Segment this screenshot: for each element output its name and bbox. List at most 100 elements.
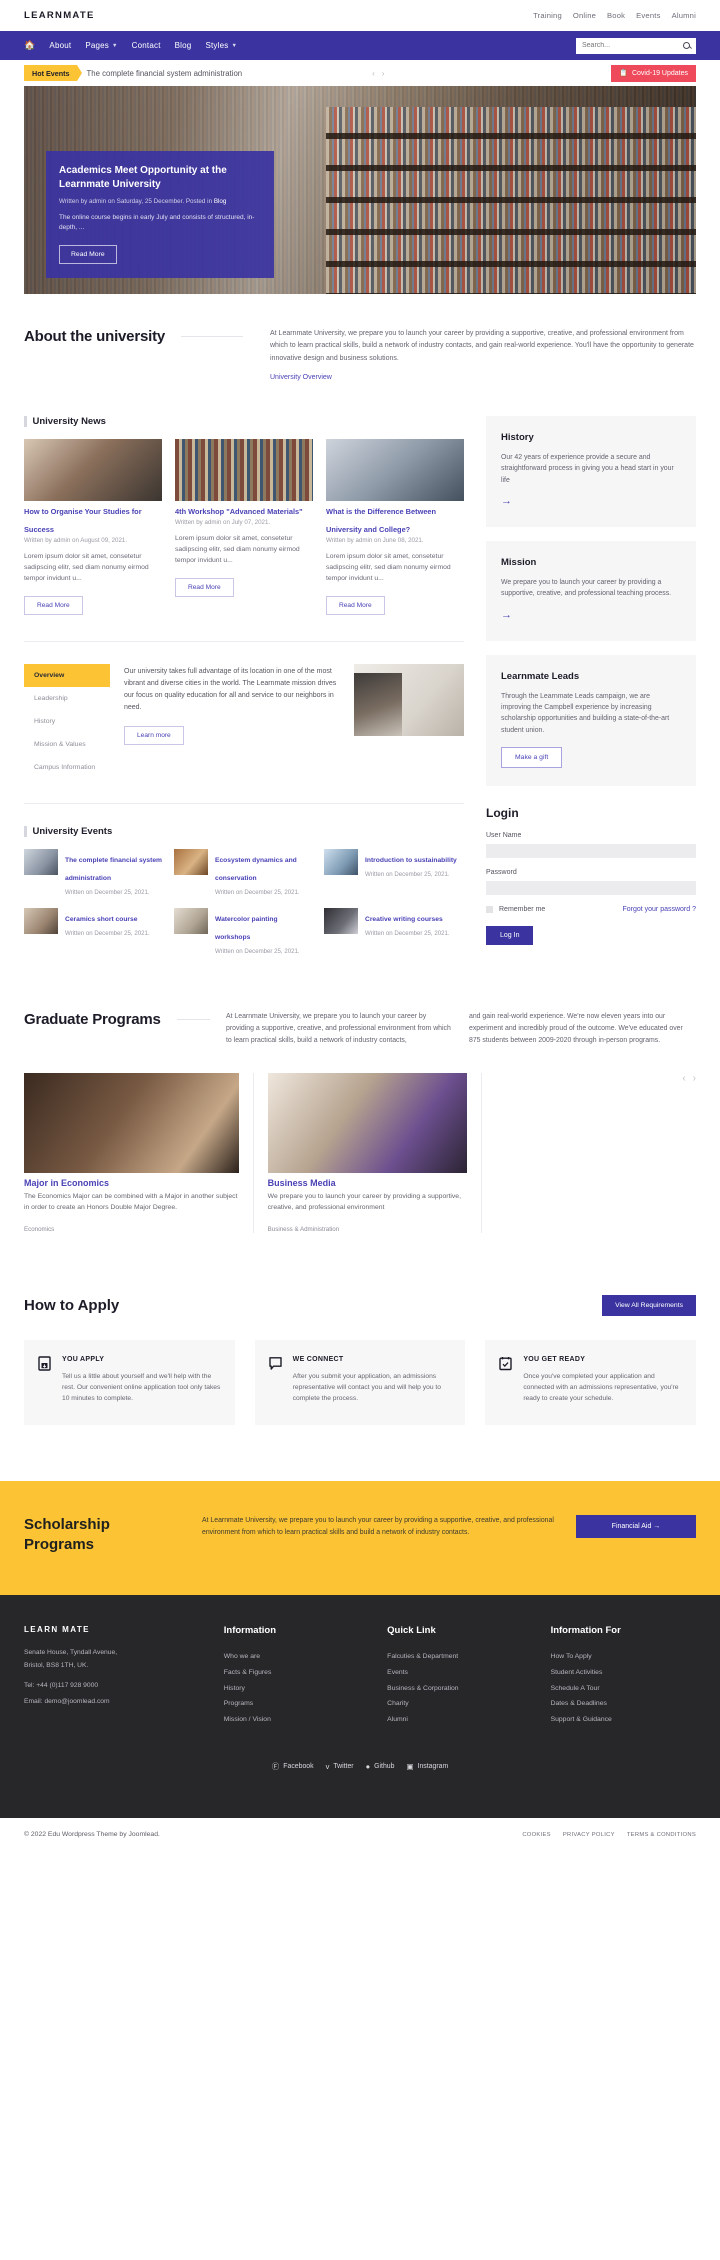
event-item[interactable]: Creative writing courses Written on Dece…	[324, 908, 464, 957]
search-box[interactable]	[576, 37, 696, 54]
remember-me-group[interactable]: Remember me	[486, 906, 545, 914]
social-link-twitter[interactable]: ᴠ Twitter	[326, 1761, 354, 1772]
news-title[interactable]: 4th Workshop "Advanced Materials"	[175, 507, 303, 516]
social-link-instagram[interactable]: ▣ Instagram	[406, 1761, 448, 1772]
university-overview-link[interactable]: University Overview	[270, 374, 332, 381]
event-title[interactable]: Watercolor painting workshops	[215, 916, 278, 941]
top-link-online[interactable]: Online	[573, 11, 596, 20]
event-item[interactable]: Watercolor painting workshops Written on…	[174, 908, 314, 957]
footer-link[interactable]: History	[224, 1681, 369, 1697]
document-download-icon	[38, 1355, 51, 1405]
program-card[interactable]: Business Media We prepare you to launch …	[252, 1073, 468, 1233]
tab-campus-information[interactable]: Campus Information	[24, 756, 110, 779]
arrow-right-icon[interactable]: →	[501, 495, 512, 507]
password-input[interactable]	[486, 881, 696, 896]
social-link-github[interactable]: ● Github	[366, 1761, 395, 1772]
hero-read-more-button[interactable]: Read More	[59, 244, 117, 264]
event-item[interactable]: Introduction to sustainability Written o…	[324, 849, 464, 898]
nav-item-contact[interactable]: Contact	[132, 41, 161, 50]
footer-logo: LEARN MATE	[24, 1625, 90, 1635]
footer-link[interactable]: Mission / Vision	[224, 1712, 369, 1728]
sidebar: History Our 42 years of experience provi…	[486, 415, 696, 946]
footer-link[interactable]: Charity	[387, 1696, 532, 1712]
news-card[interactable]: What is the Difference Between Universit…	[326, 438, 464, 616]
news-read-more-button[interactable]: Read More	[24, 596, 83, 616]
program-title[interactable]: Major in Economics	[24, 1178, 109, 1188]
news-read-more-button[interactable]: Read More	[326, 596, 385, 616]
event-title[interactable]: Creative writing courses	[365, 916, 443, 923]
footer-link[interactable]: How To Apply	[551, 1649, 696, 1665]
event-item[interactable]: Ceramics short course Written on Decembe…	[24, 908, 164, 957]
arrow-right-icon[interactable]: →	[501, 609, 512, 621]
top-link-book[interactable]: Book	[607, 11, 625, 20]
event-title[interactable]: Introduction to sustainability	[365, 857, 457, 864]
event-title[interactable]: Ceramics short course	[65, 916, 137, 923]
nav-item-styles[interactable]: Styles ▼	[205, 41, 237, 50]
main-column: University News How to Organise Your Stu…	[24, 415, 464, 957]
footer-link[interactable]: Business & Corporation	[387, 1681, 532, 1697]
top-link-events[interactable]: Events	[636, 11, 660, 20]
news-title[interactable]: How to Organise Your Studies for Success	[24, 507, 142, 534]
footer-link[interactable]: Programs	[224, 1696, 369, 1712]
program-title[interactable]: Business Media	[268, 1178, 336, 1188]
tab-overview[interactable]: Overview	[24, 664, 110, 688]
event-item[interactable]: The complete financial system administra…	[24, 849, 164, 898]
news-card[interactable]: How to Organise Your Studies for Success…	[24, 438, 162, 616]
footer-link[interactable]: Dates & Deadlines	[551, 1696, 696, 1712]
search-input[interactable]	[582, 42, 677, 49]
hero-meta-category-link[interactable]: Blog	[214, 198, 227, 205]
site-footer: LEARN MATE Senate House, Tyndall Avenue,…	[0, 1595, 720, 1819]
legal-link-terms[interactable]: TERMS & CONDITIONS	[627, 1832, 696, 1838]
footer-link[interactable]: Events	[387, 1665, 532, 1681]
tab-leadership[interactable]: Leadership	[24, 687, 110, 710]
footer-link[interactable]: Student Activities	[551, 1665, 696, 1681]
financial-aid-button[interactable]: Financial Aid →	[576, 1514, 696, 1538]
nav-item-pages[interactable]: Pages ▼	[85, 41, 117, 50]
event-title[interactable]: The complete financial system administra…	[65, 857, 162, 882]
covid-updates-button[interactable]: 📋 Covid-19 Updates	[611, 64, 696, 82]
sidebar-card-title: History	[501, 431, 534, 443]
nav-item-blog[interactable]: Blog	[175, 41, 192, 50]
search-icon[interactable]	[683, 42, 690, 49]
sidebar-card-history: History Our 42 years of experience provi…	[486, 415, 696, 527]
program-image	[267, 1073, 468, 1174]
event-item[interactable]: Ecosystem dynamics and conservation Writ…	[174, 849, 314, 898]
program-card[interactable]: Major in Economics The Economics Major c…	[24, 1073, 239, 1233]
news-card[interactable]: 4th Workshop "Advanced Materials" Writte…	[175, 438, 313, 616]
news-title[interactable]: What is the Difference Between Universit…	[326, 507, 436, 534]
make-a-gift-button[interactable]: Make a gift	[501, 747, 563, 769]
home-icon[interactable]: 🏠	[24, 41, 35, 50]
next-arrow-icon[interactable]: ›	[382, 69, 385, 78]
next-arrow-icon[interactable]: ›	[693, 1073, 696, 1084]
prev-arrow-icon[interactable]: ‹	[372, 69, 375, 78]
footer-link[interactable]: Who we are	[224, 1649, 369, 1665]
footer-link[interactable]: Alumni	[387, 1712, 532, 1728]
username-input[interactable]	[486, 844, 696, 859]
footer-link[interactable]: Schedule A Tour	[551, 1681, 696, 1697]
event-title[interactable]: Ecosystem dynamics and conservation	[215, 857, 297, 882]
nav-item-about[interactable]: About	[49, 41, 71, 50]
remember-me-checkbox[interactable]	[486, 906, 493, 914]
learn-more-button[interactable]: Learn more	[124, 725, 184, 745]
view-all-requirements-button[interactable]: View All Requirements	[602, 1294, 696, 1316]
prev-arrow-icon[interactable]: ‹	[682, 1073, 685, 1084]
hot-events-headline[interactable]: The complete financial system administra…	[87, 69, 243, 78]
footer-link[interactable]: Facts & Figures	[224, 1665, 369, 1681]
top-link-training[interactable]: Training	[533, 11, 562, 20]
footer-link[interactable]: Falcuties & Department	[387, 1649, 532, 1665]
news-and-sidebar: University News How to Organise Your Stu…	[24, 415, 696, 957]
forgot-password-link[interactable]: Forgot your password ?	[622, 906, 696, 913]
legal-link-privacy-policy[interactable]: PRIVACY POLICY	[563, 1832, 615, 1838]
legal-link-cookies[interactable]: COOKIES	[522, 1832, 551, 1838]
login-submit-button[interactable]: Log In	[486, 926, 534, 946]
top-link-alumni[interactable]: Alumni	[672, 11, 696, 20]
social-link-facebook[interactable]: Ⓕ Facebook	[272, 1761, 314, 1772]
news-read-more-button[interactable]: Read More	[175, 578, 234, 598]
footer-link[interactable]: Support & Guidance	[551, 1712, 696, 1728]
tab-mission-values[interactable]: Mission & Values	[24, 733, 110, 756]
site-logo[interactable]: LEARNMATE	[24, 10, 95, 21]
heading-rule	[176, 1019, 210, 1021]
tab-history[interactable]: History	[24, 710, 110, 733]
program-category: Economics	[24, 1225, 55, 1233]
footer-column-heading: Information For	[550, 1625, 621, 1637]
